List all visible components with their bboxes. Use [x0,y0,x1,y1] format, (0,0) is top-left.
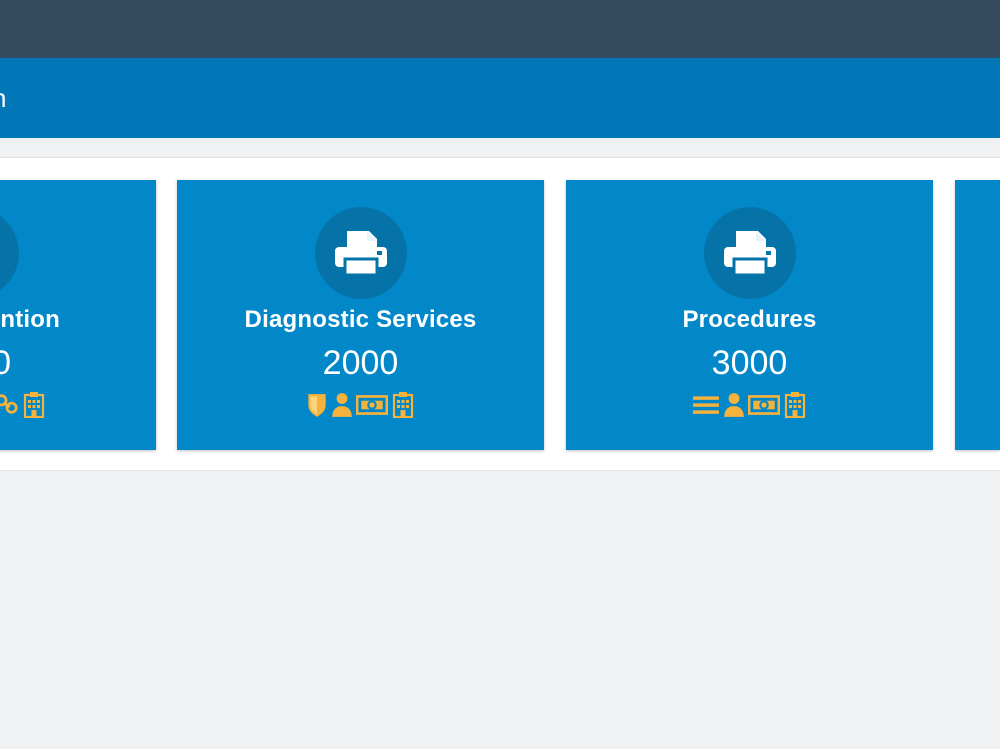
money-icon [356,392,388,418]
page-title: n [0,83,7,114]
money-icon [748,392,780,418]
tile-icon-circle [703,207,796,299]
user-icon [331,392,353,418]
link-icon [0,392,19,416]
menu-icon [692,392,720,418]
top-navbar [0,0,1000,58]
category-tile-diagnostic-services[interactable]: Diagnostic Services 2000 [177,180,544,450]
printer-icon [0,229,1,277]
hospital-icon [783,392,807,418]
tile-icon-circle [0,207,19,299]
tile-value: 0 [0,344,11,383]
tile-sub-icons [177,392,544,418]
category-tile[interactable] [955,180,1000,450]
tile-title: Diagnostic Services [244,306,477,333]
tile-title: ntion [0,306,60,333]
tile-value: 3000 [711,344,788,382]
tile-icon-circle [314,207,407,299]
tile-title: Procedures [682,306,817,333]
category-tile-procedures[interactable]: Procedures 3000 [566,180,933,450]
tile-sub-icons [0,392,46,418]
hospital-icon [391,392,415,418]
page-header: n [0,58,1000,138]
category-tile[interactable]: ntion 0 [0,180,156,450]
tile-sub-icons [566,392,933,418]
shield-icon [306,392,328,418]
printer-icon [722,229,778,277]
tile-value: 2000 [322,344,399,382]
printer-icon [333,229,389,277]
user-icon [723,392,745,418]
tiles-panel: ntion 0 Diagnostic Services 2000 Procedu… [0,157,1000,471]
hospital-icon [22,392,46,418]
